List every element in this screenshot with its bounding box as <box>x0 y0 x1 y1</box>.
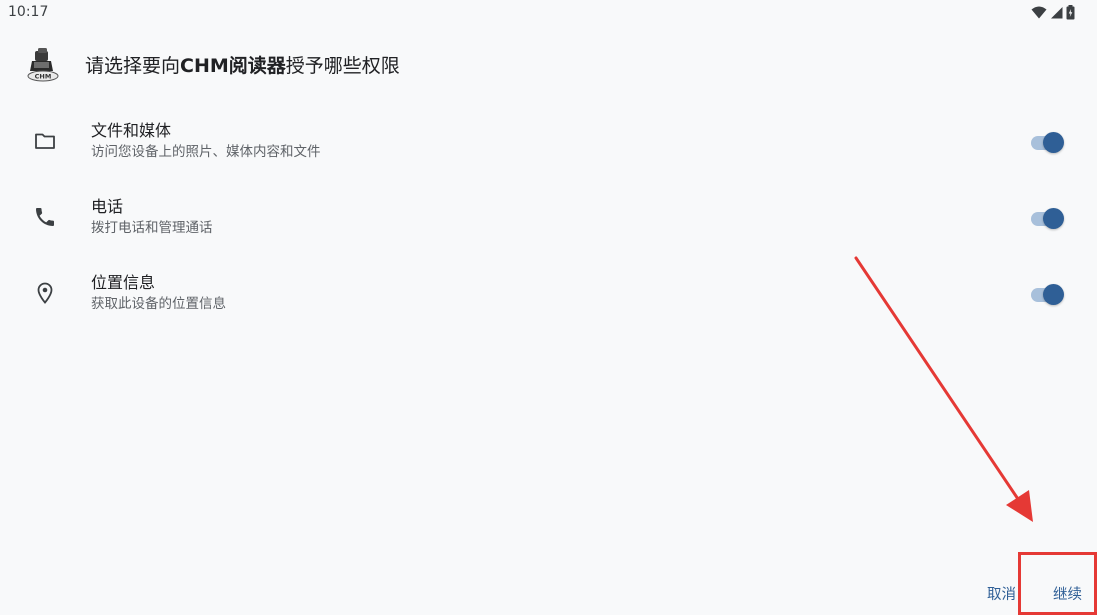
permission-text: 文件和媒体 访问您设备上的照片、媒体内容和文件 <box>91 121 321 162</box>
toggle-thumb <box>1043 132 1064 153</box>
status-time: 10:17 <box>8 4 49 20</box>
status-bar: 10:17 <box>0 0 1097 26</box>
app-name: CHM阅读器 <box>180 54 286 77</box>
svg-text:CHM: CHM <box>35 73 52 81</box>
location-pin-icon <box>33 281 57 305</box>
title-suffix: 授予哪些权限 <box>285 54 400 77</box>
permission-subtitle: 访问您设备上的照片、媒体内容和文件 <box>91 144 321 160</box>
chm-reader-app-icon: CHM <box>24 45 62 83</box>
toggle-thumb <box>1043 208 1064 229</box>
cell-signal-icon <box>1050 6 1063 19</box>
permission-subtitle: 获取此设备的位置信息 <box>91 296 226 312</box>
phone-icon <box>33 205 57 229</box>
permission-text: 位置信息 获取此设备的位置信息 <box>91 273 226 314</box>
permission-list: 文件和媒体 访问您设备上的照片、媒体内容和文件 电话 拨打电话和管理通话 位置信… <box>0 104 1097 332</box>
status-icons <box>1031 5 1075 20</box>
toggle-thumb <box>1043 284 1064 305</box>
permission-title: 文件和媒体 <box>91 121 172 140</box>
continue-button[interactable]: 继续 <box>1053 583 1082 604</box>
permission-text: 电话 拨打电话和管理通话 <box>91 197 213 238</box>
permission-row-location[interactable]: 位置信息 获取此设备的位置信息 <box>0 256 1097 332</box>
wifi-icon <box>1031 6 1047 19</box>
battery-icon <box>1066 5 1075 20</box>
title-prefix: 请选择要向 <box>85 54 181 77</box>
folder-icon <box>33 129 57 153</box>
permission-row-phone[interactable]: 电话 拨打电话和管理通话 <box>0 180 1097 256</box>
permission-dialog-header: CHM 请选择要向CHM阅读器授予哪些权限 <box>24 44 400 84</box>
permission-row-files-media[interactable]: 文件和媒体 访问您设备上的照片、媒体内容和文件 <box>0 104 1097 180</box>
phone-toggle[interactable] <box>1031 208 1067 230</box>
permission-title: 位置信息 <box>91 273 156 292</box>
permission-title: 电话 <box>91 197 124 216</box>
permission-subtitle: 拨打电话和管理通话 <box>91 220 213 236</box>
cancel-button[interactable]: 取消 <box>987 583 1016 604</box>
page-title: 请选择要向CHM阅读器授予哪些权限 <box>85 51 400 78</box>
location-toggle[interactable] <box>1031 284 1067 306</box>
files-media-toggle[interactable] <box>1031 132 1067 154</box>
